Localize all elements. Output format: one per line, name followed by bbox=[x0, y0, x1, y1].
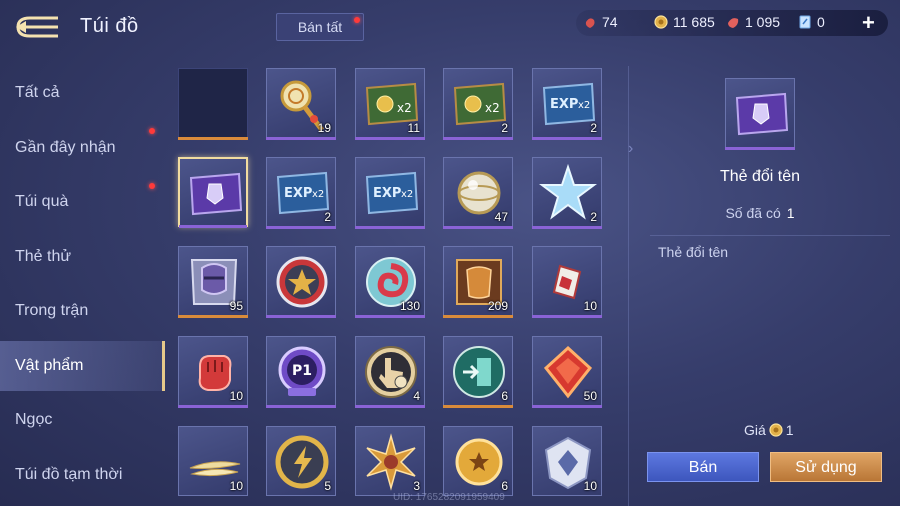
gold-coin-x2-card-icon: x2 bbox=[453, 82, 507, 126]
star-medal-icon bbox=[276, 256, 328, 308]
inventory-slot[interactable]: 2 bbox=[532, 157, 602, 229]
selected-item-icon bbox=[725, 78, 795, 150]
inventory-slot[interactable]: 5 bbox=[266, 426, 336, 496]
sidebar-item-gift-bags[interactable]: Túi quà bbox=[0, 177, 165, 227]
inventory-slot[interactable] bbox=[266, 246, 336, 318]
hand-tap-icon bbox=[365, 346, 417, 398]
inventory-slot[interactable]: x2 2 bbox=[443, 68, 513, 140]
svg-text:EXP: EXP bbox=[373, 186, 401, 201]
sidebar-item-recent[interactable]: Gần đây nhận bbox=[0, 123, 165, 173]
rename-card-icon bbox=[735, 92, 789, 136]
inventory-slot[interactable]: P1 bbox=[266, 336, 336, 408]
notification-dot bbox=[149, 128, 155, 134]
red-gem-icon bbox=[583, 15, 597, 29]
inventory-slot[interactable]: 130 bbox=[355, 246, 425, 318]
svg-text:EXP: EXP bbox=[550, 97, 578, 112]
item-name: Thẻ đổi tên bbox=[719, 168, 801, 185]
gold-coin-icon bbox=[769, 423, 783, 437]
sidebar-item-trial-cards[interactable]: Thẻ thử bbox=[0, 232, 165, 282]
sidebar-item-all[interactable]: Tất cả bbox=[0, 68, 165, 118]
inventory-slot[interactable]: EXP x2 2 bbox=[266, 157, 336, 229]
inventory-slot[interactable]: x2 11 bbox=[355, 68, 425, 140]
svg-text:x2: x2 bbox=[312, 189, 324, 200]
inventory-slot[interactable]: 6 bbox=[443, 426, 513, 496]
page-title: Túi đồ bbox=[80, 15, 139, 37]
currency-ruby: 1 095 bbox=[726, 14, 780, 30]
inventory-slot[interactable]: 10 bbox=[178, 426, 248, 496]
gold-sun-emblem-icon bbox=[366, 433, 416, 491]
inventory-slot-selected[interactable] bbox=[178, 157, 248, 228]
sidebar-item-items[interactable]: Vật phẩm bbox=[0, 341, 165, 391]
exp-x2-card-icon: EXP x2 bbox=[276, 171, 330, 215]
inventory-slot[interactable]: 209 bbox=[443, 246, 513, 318]
inventory-slot[interactable]: EXP x2 bbox=[355, 157, 425, 229]
red-gem-icon bbox=[726, 15, 740, 29]
item-price: Giá 1 bbox=[744, 422, 794, 438]
svg-text:x2: x2 bbox=[401, 189, 413, 200]
owned-count: Số đã có 1 bbox=[725, 205, 795, 221]
lightning-coin-icon bbox=[275, 435, 329, 489]
sidebar-item-gems[interactable]: Ngọc bbox=[0, 395, 165, 445]
use-button[interactable]: Sử dụng bbox=[770, 452, 882, 482]
inventory-slot[interactable]: 47 bbox=[443, 157, 513, 229]
inventory-slot[interactable]: 10 bbox=[178, 336, 248, 408]
ice-crystal-icon bbox=[539, 163, 597, 220]
inventory-slot[interactable]: 95 bbox=[178, 246, 248, 318]
p1-badge-icon: P1 bbox=[278, 346, 326, 396]
inventory-slot[interactable]: 4 bbox=[355, 336, 425, 408]
panel-divider bbox=[628, 66, 629, 506]
user-id: UID: 1765282091959409 bbox=[393, 492, 505, 503]
add-currency-button[interactable]: + bbox=[862, 10, 875, 36]
detail-divider bbox=[650, 235, 890, 236]
inventory-slot[interactable]: 6 bbox=[443, 336, 513, 408]
exp-x2-card-icon: EXP x2 bbox=[365, 171, 419, 215]
svg-text:x2: x2 bbox=[397, 101, 412, 115]
exit-door-icon bbox=[453, 346, 505, 398]
blue-voucher-icon bbox=[798, 15, 812, 29]
category-sidebar: Tất cả Gần đây nhận Túi quà Thẻ thử Tron… bbox=[0, 60, 165, 506]
inventory-slot[interactable]: 10 bbox=[532, 246, 602, 318]
inventory-slot[interactable]: 50 bbox=[532, 336, 602, 408]
inventory-slot[interactable]: 10 bbox=[532, 426, 602, 496]
svg-text:EXP: EXP bbox=[284, 186, 312, 201]
notification-dot bbox=[149, 183, 155, 189]
notification-dot bbox=[354, 17, 360, 23]
inventory-slot[interactable] bbox=[178, 68, 248, 140]
item-detail-panel: Thẻ đổi tên Số đã có 1 Thẻ đổi tên Giá 1 … bbox=[640, 60, 890, 506]
gold-star-coin-icon bbox=[455, 438, 503, 486]
inventory-slot[interactable]: 19 bbox=[266, 68, 336, 140]
currency-red-gem: 74 bbox=[583, 14, 618, 30]
item-description: Thẻ đổi tên bbox=[658, 244, 729, 260]
chevron-right-icon: › bbox=[628, 140, 634, 157]
sidebar-item-temp-bag[interactable]: Túi đồ tạm thời bbox=[0, 450, 165, 500]
currency-gold: 11 685 bbox=[654, 14, 715, 30]
sell-button[interactable]: Bán bbox=[647, 452, 759, 482]
rename-card-icon bbox=[189, 172, 243, 216]
back-arrow-icon[interactable] bbox=[12, 14, 62, 40]
svg-text:x2: x2 bbox=[578, 100, 590, 111]
gold-coin-icon bbox=[654, 15, 668, 29]
exp-x2-card-icon: EXP x2 bbox=[542, 82, 596, 126]
top-bar: Túi đồ Bán tất 74 11 685 1 095 0 + bbox=[0, 0, 900, 52]
currency-voucher: 0 bbox=[798, 14, 825, 30]
sidebar-item-in-match[interactable]: Trong trận bbox=[0, 286, 165, 336]
sell-all-button[interactable]: Bán tất bbox=[276, 13, 364, 41]
inventory-slot[interactable]: 3 bbox=[355, 426, 425, 496]
svg-text:x2: x2 bbox=[485, 101, 500, 115]
inventory-grid: 19 x2 11 x2 2 EXP x2 2 EXP x2 2 EXP x2 4… bbox=[165, 60, 625, 506]
inventory-slot[interactable]: EXP x2 2 bbox=[532, 68, 602, 140]
svg-text:P1: P1 bbox=[292, 363, 312, 379]
